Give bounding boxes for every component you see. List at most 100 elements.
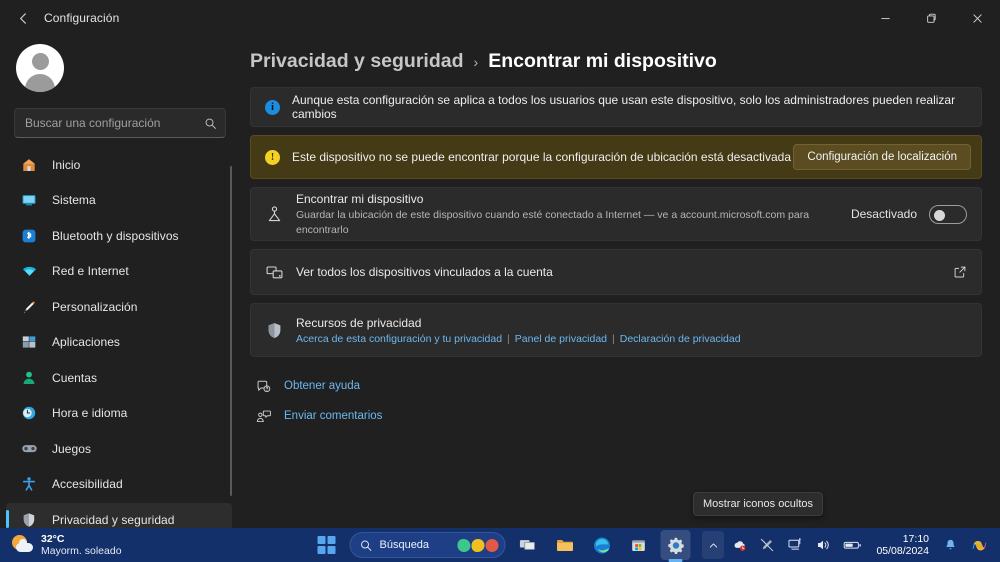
find-my-device-text: Encontrar mi dispositivo Guardar la ubic…	[296, 191, 851, 238]
sidebar-item-label: Cuentas	[52, 370, 98, 385]
privacy-resources-text: Recursos de privacidad Acerca de esta co…	[296, 315, 967, 345]
home-icon	[18, 156, 40, 174]
gaming-icon	[18, 440, 40, 458]
breadcrumb-parent-link[interactable]: Privacidad y seguridad	[250, 50, 464, 73]
accounts-icon	[18, 369, 40, 387]
warning-glyph: !	[265, 149, 280, 165]
external-link-icon[interactable]	[953, 265, 967, 279]
tray-pen[interactable]	[754, 531, 780, 559]
privacy-link-about[interactable]: Acerca de esta configuración y tu privac…	[296, 333, 502, 345]
show-hidden-icons-button[interactable]	[702, 531, 725, 559]
sidebar-item-privacidad-y-seguridad[interactable]: Privacidad y seguridad	[6, 503, 232, 528]
tray-volume[interactable]	[810, 531, 836, 559]
sidebar-item-aplicaciones[interactable]: Aplicaciones	[6, 326, 232, 359]
sidebar-item-label: Juegos	[52, 441, 91, 456]
store-icon	[632, 540, 645, 551]
privacy-link-statement[interactable]: Declaración de privacidad	[620, 333, 741, 345]
sidebar-item-label: Sistema	[52, 193, 96, 207]
find-my-device-row: Encontrar mi dispositivo Guardar la ubic…	[250, 187, 982, 241]
search-highlight-icons	[457, 538, 499, 552]
sidebar-item-hora-idioma[interactable]: Hora e idioma	[6, 397, 232, 430]
clock[interactable]: 17:10 05/08/2024	[869, 530, 936, 560]
windows-start-icon	[317, 536, 336, 554]
sidebar-item-cuentas[interactable]: Cuentas	[6, 361, 232, 394]
warning-banner-message: Este dispositivo no se puede encontrar p…	[292, 150, 791, 164]
taskbar-app-settings[interactable]	[660, 530, 691, 562]
minimize-button[interactable]	[862, 0, 908, 36]
pen-icon	[761, 538, 774, 552]
toggle-knob	[934, 209, 945, 221]
settings-cards: i Aunque esta configuración se aplica a …	[250, 87, 1000, 429]
sidebar-search-wrap	[0, 102, 240, 148]
sidebar-item-personalizacion[interactable]: Personalización	[6, 290, 232, 323]
taskbar-search-label: Búsqueda	[379, 539, 430, 551]
taskbar-app-file-explorer[interactable]	[550, 530, 580, 560]
window-body: Inicio Sistema	[0, 36, 1000, 528]
chevron-up-icon	[709, 542, 718, 548]
breadcrumb: Privacidad y seguridad › Encontrar mi di…	[250, 36, 1000, 87]
tray-onedrive-sync[interactable]	[726, 531, 752, 559]
sun-cloud-icon	[12, 534, 34, 556]
close-button[interactable]	[954, 0, 1000, 36]
broccoli-icon	[457, 538, 471, 552]
screen: Configuración Buscar una configuración I…	[0, 0, 1000, 562]
main-content: Privacidad y seguridad › Encontrar mi di…	[240, 36, 1000, 528]
search-box[interactable]	[14, 108, 226, 138]
shield-icon	[265, 321, 284, 340]
notifications-button[interactable]	[938, 531, 963, 559]
sidebar-item-label: Hora e idioma	[52, 406, 128, 420]
taskbar-app-microsoft-edge[interactable]	[587, 530, 617, 560]
onedrive-sync-icon	[734, 541, 746, 551]
weather-temperature: 32°C	[41, 533, 65, 545]
window-controls	[862, 0, 1000, 36]
battery-icon	[844, 541, 862, 549]
tray-tooltip: Mostrar iconos ocultos	[693, 492, 824, 516]
privacy-link-dashboard[interactable]: Panel de privacidad	[515, 333, 607, 345]
taskbar-app-microsoft-store[interactable]	[624, 530, 654, 560]
sidebar-item-label: Red e Internet	[52, 264, 129, 278]
personalization-icon	[18, 298, 40, 316]
sidebar-item-red[interactable]: Red e Internet	[6, 255, 232, 288]
sidebar: Inicio Sistema	[0, 36, 240, 528]
location-settings-button[interactable]: Configuración de localización	[793, 144, 971, 170]
weather-condition: Mayorm. soleado	[41, 545, 122, 557]
privacy-resources-title: Recursos de privacidad	[296, 316, 422, 330]
maximize-button[interactable]	[908, 0, 954, 36]
breadcrumb-separator-icon: ›	[473, 54, 479, 70]
sidebar-item-inicio[interactable]: Inicio	[6, 148, 232, 181]
page-title: Encontrar mi dispositivo	[488, 50, 717, 72]
sidebar-item-accesibilidad[interactable]: Accesibilidad	[6, 468, 232, 501]
linked-devices-title: Ver todos los dispositivos vinculados a …	[296, 265, 553, 279]
taskbar-app-task-view[interactable]	[513, 530, 543, 560]
user-profile[interactable]	[0, 38, 240, 102]
copilot-button[interactable]	[965, 531, 994, 559]
network-icon	[18, 262, 40, 280]
tray-network[interactable]	[782, 531, 808, 559]
sidebar-item-bluetooth[interactable]: Bluetooth y dispositivos	[6, 219, 232, 252]
taskbar-weather-widget[interactable]: 32°C Mayorm. soleado	[4, 530, 132, 560]
sidebar-item-juegos[interactable]: Juegos	[6, 432, 232, 465]
send-feedback-label: Enviar comentarios	[284, 410, 383, 422]
warning-banner-text: Este dispositivo no se puede encontrar p…	[292, 150, 793, 164]
back-button[interactable]	[8, 4, 38, 32]
tray-battery[interactable]	[838, 531, 867, 559]
avatar	[16, 44, 64, 92]
search-input[interactable]	[25, 116, 204, 130]
apple-icon	[485, 538, 499, 552]
sidebar-item-sistema[interactable]: Sistema	[6, 184, 232, 217]
network-icon	[788, 538, 802, 550]
send-feedback-link[interactable]: Enviar comentarios	[252, 403, 382, 429]
link-separator: |	[612, 333, 615, 345]
get-help-link[interactable]: Obtener ayuda	[252, 373, 360, 399]
droplet-icon	[471, 538, 485, 552]
accessibility-icon	[18, 475, 40, 493]
taskbar-search[interactable]: Búsqueda	[349, 532, 506, 558]
linked-devices-row[interactable]: Ver todos los dispositivos vinculados a …	[250, 249, 982, 295]
start-button[interactable]	[310, 530, 344, 560]
sidebar-scrollbar[interactable]	[230, 166, 232, 496]
minimize-icon	[880, 17, 890, 19]
link-separator: |	[507, 333, 510, 345]
location-warning-banner: ! Este dispositivo no se puede encontrar…	[250, 135, 982, 179]
gear-icon	[667, 537, 684, 554]
find-my-device-toggle[interactable]	[929, 204, 967, 224]
